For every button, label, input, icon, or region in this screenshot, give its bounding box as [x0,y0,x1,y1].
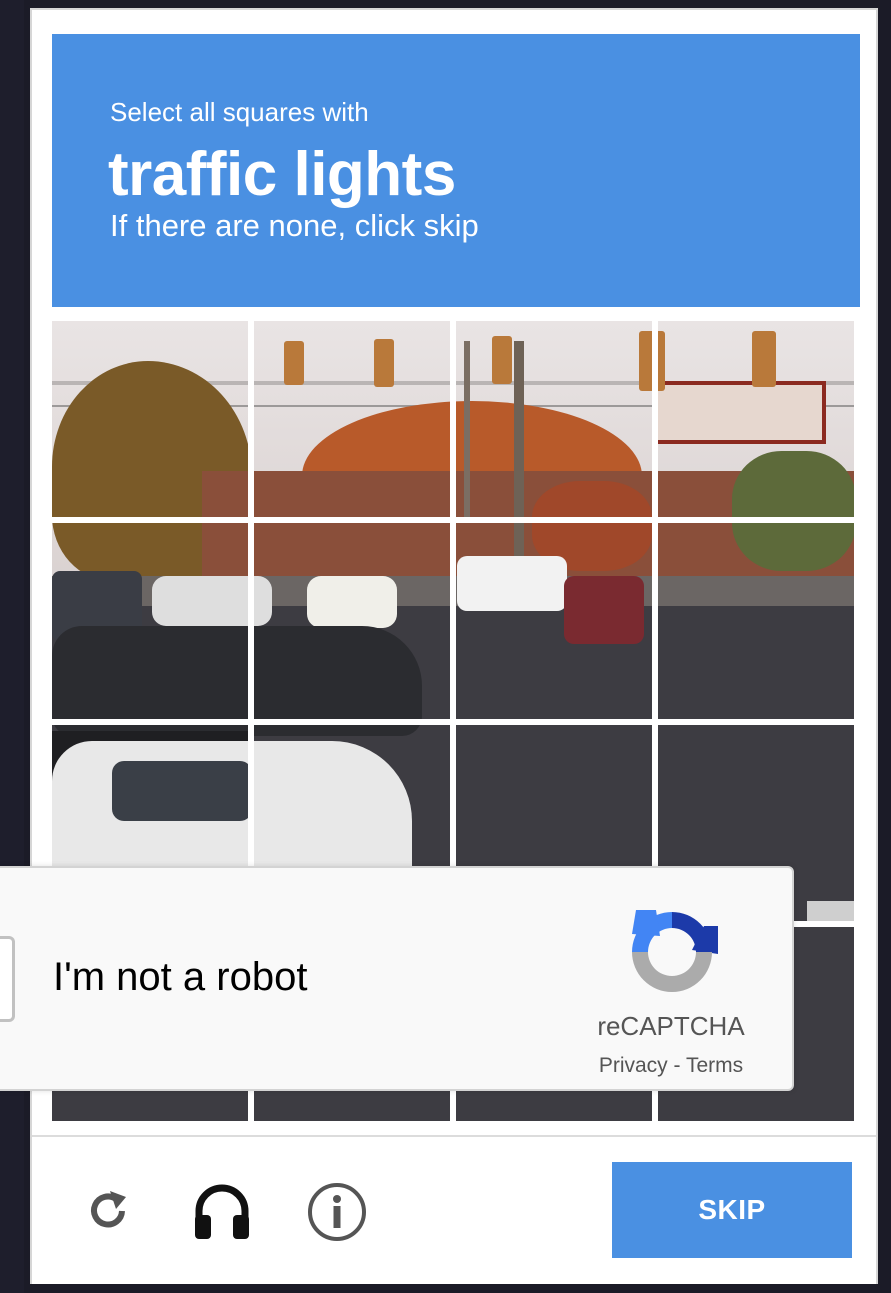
instruction-header: Select all squares with traffic lights I… [52,34,860,307]
instruction-target: traffic lights [108,140,456,209]
links-separator: - [667,1054,686,1077]
grid-tile-1-4[interactable] [658,321,854,517]
info-icon [308,1183,366,1241]
instruction-line: Select all squares with [110,97,369,127]
recaptcha-links: Privacy - Terms [581,1054,761,1078]
grid-tile-1-3[interactable] [456,321,652,517]
recaptcha-logo-icon [632,910,718,992]
challenge-footer: SKIP [32,1135,876,1284]
tile-image [52,523,248,719]
headphones-icon [195,1184,249,1239]
audio-challenge-button[interactable] [187,1177,257,1247]
privacy-link[interactable]: Privacy [599,1054,668,1077]
terms-link[interactable]: Terms [686,1054,743,1077]
grid-tile-2-2[interactable] [254,523,450,719]
captcha-challenge-panel: Select all squares with traffic lights I… [30,8,878,1284]
recaptcha-checkbox-widget: I'm not a robot reCAPTCHA Privacy - Term… [0,866,794,1091]
instruction-hint: If there are none, click skip [110,208,479,243]
grid-tile-1-2[interactable] [254,321,450,517]
tile-image [254,321,450,517]
grid-tile-2-1[interactable] [52,523,248,719]
info-button[interactable] [302,1177,372,1247]
recaptcha-brand: reCAPTCHA [597,1011,745,1041]
tile-image [456,321,652,517]
tile-image [658,523,854,719]
robot-checkbox-label: I'm not a robot [53,955,308,999]
tile-image [658,321,854,517]
tile-image [254,523,450,719]
page-background [0,0,24,1293]
skip-button[interactable]: SKIP [612,1162,852,1258]
grid-tile-2-4[interactable] [658,523,854,719]
tile-image [456,523,652,719]
tile-image [52,321,248,517]
grid-tile-2-3[interactable] [456,523,652,719]
reload-icon [91,1191,126,1228]
grid-tile-1-1[interactable] [52,321,248,517]
robot-checkbox[interactable] [0,936,15,1022]
reload-button[interactable] [74,1177,144,1247]
